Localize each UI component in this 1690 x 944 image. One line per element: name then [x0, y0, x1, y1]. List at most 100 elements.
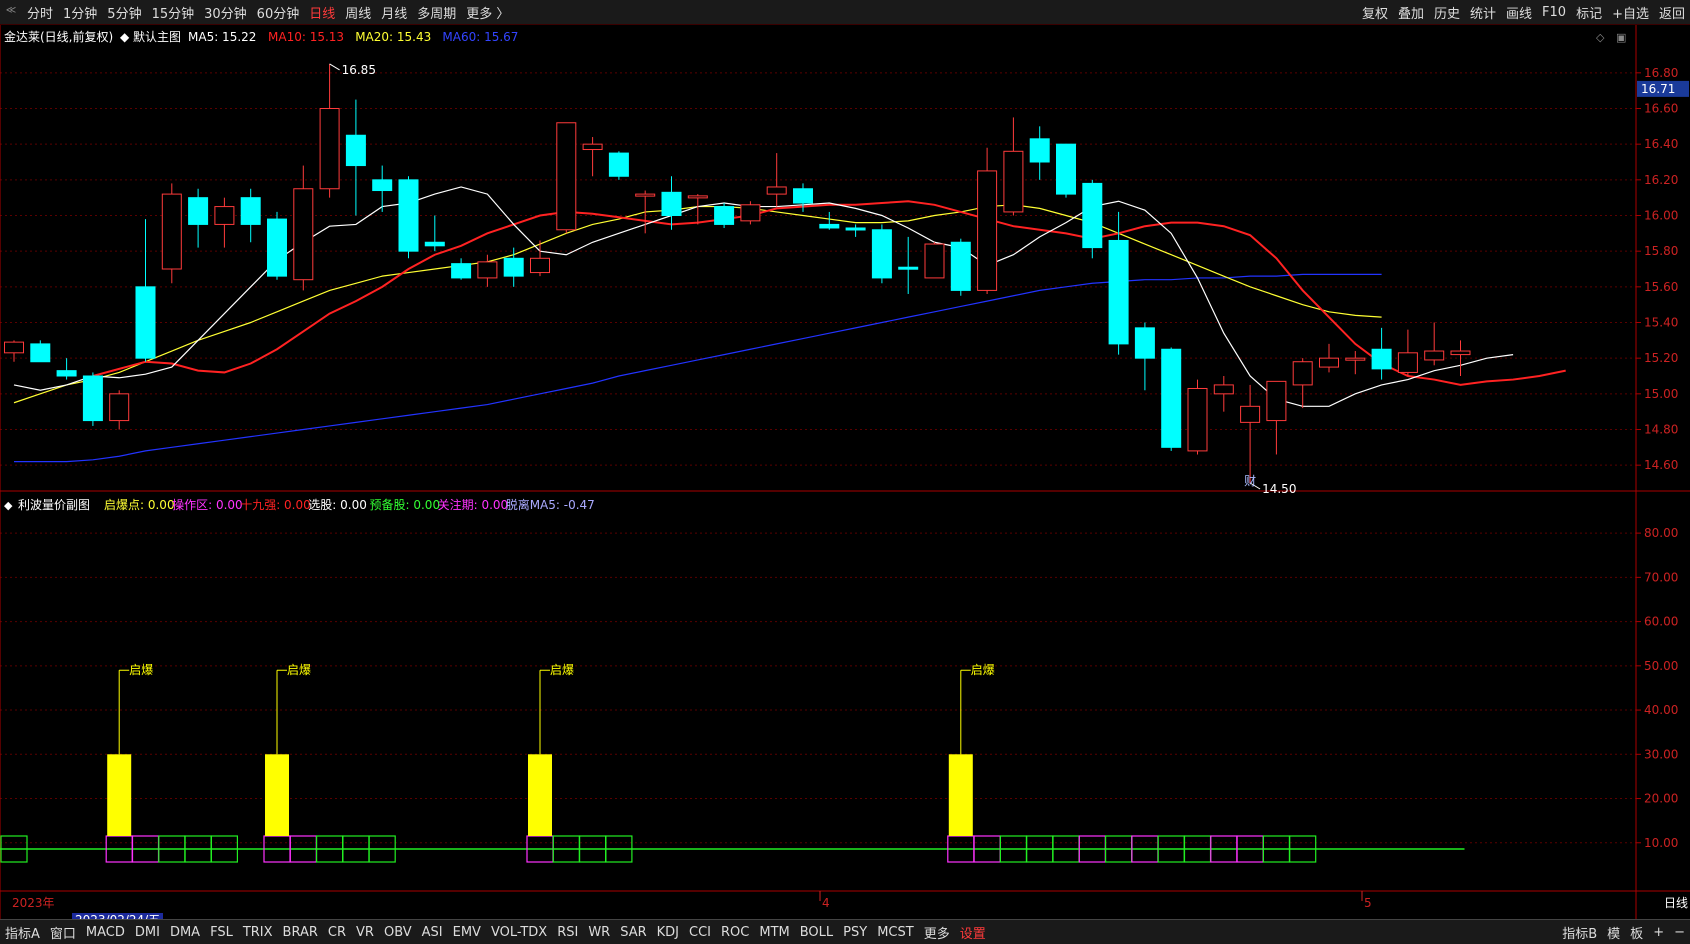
indicator-tab-16[interactable]: SAR — [615, 925, 651, 940]
candle-body — [1082, 182, 1103, 249]
candle-body — [1371, 348, 1392, 370]
menu-icon[interactable]: ≪ — [4, 5, 18, 19]
high-label: 16.85 — [342, 63, 376, 77]
indicator-tab-4[interactable]: DMA — [165, 925, 205, 940]
indicator-tab-17[interactable]: KDJ — [652, 925, 684, 940]
ma-legend-3: MA60: 15.67 — [442, 30, 518, 44]
candle-body — [871, 229, 892, 279]
sub-legend-6: 脱离MA5: -0.47 — [506, 497, 595, 512]
timeframe-tab-4[interactable]: 30分钟 — [199, 3, 252, 22]
price-tick-label: 15.40 — [1644, 316, 1678, 330]
timeframe-tab-5[interactable]: 60分钟 — [252, 3, 305, 22]
price-tick-label: 15.00 — [1644, 387, 1678, 401]
candle-body — [950, 241, 971, 291]
candle-body — [240, 197, 261, 225]
bottom-right-button-4[interactable]: − — [1669, 925, 1690, 940]
sub-tick-label: 10.00 — [1644, 836, 1678, 850]
candle-body — [1056, 143, 1076, 195]
indicator-tab-12[interactable]: EMV — [448, 925, 486, 940]
timeframe-tab-1[interactable]: 1分钟 — [58, 3, 102, 22]
candle-body — [687, 195, 708, 199]
indicator-tab-5[interactable]: FSL — [205, 925, 238, 940]
candle-body — [1187, 387, 1208, 452]
timeframe-tab-3[interactable]: 15分钟 — [147, 3, 200, 22]
candle-body — [1345, 357, 1366, 361]
candle-body — [556, 122, 577, 231]
sub-tick-label: 50.00 — [1644, 659, 1678, 673]
indicator-tab-6[interactable]: TRIX — [238, 925, 278, 940]
timeframe-tab-7[interactable]: 周线 — [340, 3, 376, 22]
candle-body — [898, 266, 919, 270]
candle-body — [56, 370, 77, 377]
current-price-label: 16.71 — [1641, 82, 1675, 96]
candle-body — [924, 243, 945, 279]
candle-body — [793, 188, 813, 204]
sub-tick-label: 70.00 — [1644, 570, 1678, 584]
high-pointer — [329, 63, 340, 71]
toolbar-button-8[interactable]: 返回 — [1654, 3, 1690, 22]
indicator-tab-20[interactable]: MTM — [754, 925, 794, 940]
indicator-tab-15[interactable]: WR — [583, 925, 615, 940]
toolbar-button-2[interactable]: 历史 — [1429, 3, 1465, 22]
period-label: 日线 — [1664, 896, 1688, 910]
bottom-right-button-1[interactable]: 模 — [1602, 923, 1625, 942]
indicator-tab-1[interactable]: 窗口 — [45, 923, 81, 942]
timeframe-tab-9[interactable]: 多周期 — [412, 3, 461, 22]
ma-legend-2: MA20: 15.43 — [355, 30, 431, 44]
indicator-tab-22[interactable]: PSY — [838, 925, 872, 940]
toolbar-button-5[interactable]: F10 — [1537, 5, 1571, 20]
stock-title: 金达莱(日线,前复权) — [4, 29, 113, 44]
toolbar-button-7[interactable]: +自选 — [1607, 3, 1654, 22]
candle-body — [661, 191, 682, 216]
indicator-tab-0[interactable]: 指标A — [0, 923, 45, 942]
timeframe-tab-10[interactable]: 更多 〉 — [461, 3, 514, 22]
low-label: 14.50 — [1262, 482, 1296, 496]
indicator-tab-8[interactable]: CR — [323, 925, 351, 940]
timeframe-tab-2[interactable]: 5分钟 — [102, 3, 146, 22]
candle-body — [1292, 361, 1313, 386]
candle-body — [1450, 350, 1471, 356]
indicator-tab-25[interactable]: 设置 — [955, 923, 991, 942]
toolbar-button-3[interactable]: 统计 — [1465, 3, 1501, 22]
toolbar-button-0[interactable]: 复权 — [1357, 3, 1393, 22]
bottom-right-button-3[interactable]: + — [1648, 925, 1669, 940]
candle-body — [503, 257, 524, 277]
indicator-tab-7[interactable]: BRAR — [278, 925, 323, 940]
indicator-tab-21[interactable]: BOLL — [795, 925, 838, 940]
bottom-right-button-2[interactable]: 板 — [1625, 923, 1648, 942]
indicator-tab-14[interactable]: RSI — [552, 925, 583, 940]
event-marker: 财 — [1244, 474, 1256, 488]
month-label-0: 4 — [822, 896, 830, 910]
indicator-tab-24[interactable]: 更多 — [919, 923, 955, 942]
sub-tick-label: 80.00 — [1644, 526, 1678, 540]
indicator-tab-10[interactable]: OBV — [379, 925, 417, 940]
signal-label: 启爆 — [971, 663, 995, 677]
toolbar-button-6[interactable]: 标记 — [1571, 3, 1607, 22]
timeframe-tab-8[interactable]: 月线 — [376, 3, 412, 22]
price-tick-label: 15.20 — [1644, 351, 1678, 365]
candle-body — [161, 193, 182, 270]
price-tick-label: 14.60 — [1644, 458, 1678, 472]
indicator-tab-11[interactable]: ASI — [417, 925, 448, 940]
indicator-tab-18[interactable]: CCI — [684, 925, 716, 940]
candle-body — [608, 152, 629, 177]
candle-body — [82, 375, 103, 422]
toolbar-button-4[interactable]: 画线 — [1501, 3, 1537, 22]
indicator-tab-9[interactable]: VR — [351, 925, 379, 940]
indicator-tab-3[interactable]: DMI — [130, 925, 165, 940]
candle-body — [1108, 239, 1129, 345]
indicator-tab-23[interactable]: MCST — [872, 925, 919, 940]
indicator-tab-2[interactable]: MACD — [81, 925, 130, 940]
signal-label: 启爆 — [550, 663, 574, 677]
candle-body — [1424, 350, 1445, 361]
bottom-right-button-0[interactable]: 指标B — [1557, 923, 1602, 942]
candle-body — [1161, 348, 1182, 448]
kline-chart: 16.80 16.60 16.40 16.20 16.00 15.80 15.60 15.40… — [0, 25, 1690, 919]
timeframe-tab-6[interactable]: 日线 — [304, 3, 340, 22]
candle-body — [1397, 352, 1418, 373]
sub-tick-label: 60.00 — [1644, 615, 1678, 629]
timeframe-tab-0[interactable]: 分时 — [22, 3, 58, 22]
indicator-tab-13[interactable]: VOL-TDX — [486, 925, 552, 940]
toolbar-button-1[interactable]: 叠加 — [1393, 3, 1429, 22]
indicator-tab-19[interactable]: ROC — [716, 925, 754, 940]
